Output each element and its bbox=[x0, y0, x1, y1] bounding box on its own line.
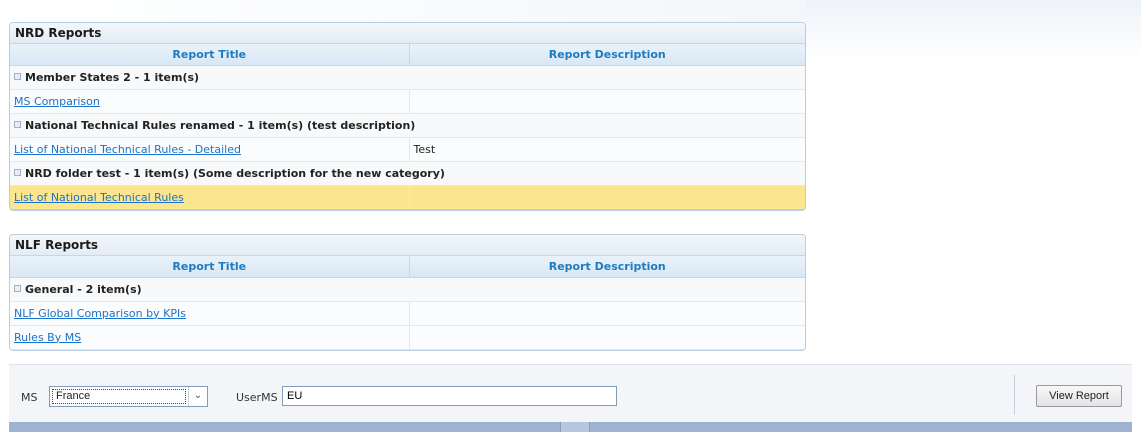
report-description-cell: Test bbox=[409, 137, 805, 162]
table-row[interactable]: NLF Global Comparison by KPIs bbox=[10, 301, 805, 326]
column-header-report-description[interactable]: Report Description bbox=[409, 44, 805, 66]
table-row-selected[interactable]: List of National Technical Rules bbox=[10, 185, 805, 210]
nlf-reports-table: Report Title Report Description General … bbox=[10, 256, 805, 350]
group-label: National Technical Rules renamed - 1 ite… bbox=[25, 118, 416, 132]
view-report-button[interactable]: View Report bbox=[1036, 385, 1122, 407]
group-cell[interactable]: General - 2 item(s) bbox=[10, 277, 805, 302]
collapse-minus-icon[interactable] bbox=[14, 285, 21, 292]
column-header-report-title[interactable]: Report Title bbox=[10, 44, 410, 66]
report-title-cell: NLF Global Comparison by KPIs bbox=[10, 301, 410, 326]
ms-selected-value[interactable]: France bbox=[52, 389, 186, 404]
report-description-cell bbox=[409, 301, 805, 326]
table-row[interactable]: List of National Technical Rules - Detai… bbox=[10, 137, 805, 162]
column-header-report-description[interactable]: Report Description bbox=[409, 256, 805, 278]
group-label: Member States 2 - 1 item(s) bbox=[25, 70, 200, 84]
report-title-cell: List of National Technical Rules - Detai… bbox=[10, 137, 410, 162]
group-label: NRD folder test - 1 item(s) (Some descri… bbox=[25, 166, 445, 180]
collapse-minus-icon[interactable] bbox=[14, 121, 21, 128]
report-title-cell: List of National Technical Rules bbox=[10, 185, 410, 210]
divider bbox=[1014, 375, 1015, 415]
group-cell[interactable]: National Technical Rules renamed - 1 ite… bbox=[10, 113, 805, 138]
group-row-general[interactable]: General - 2 item(s) bbox=[10, 277, 805, 302]
right-background bbox=[806, 0, 1141, 60]
report-link-rules-by-ms[interactable]: Rules By MS bbox=[14, 331, 81, 344]
collapse-minus-icon[interactable] bbox=[14, 73, 21, 80]
nlf-reports-grid: NLF Reports Report Title Report Descript… bbox=[9, 234, 806, 351]
report-title-cell: Rules By MS bbox=[10, 325, 410, 350]
bottom-splitter-bar[interactable] bbox=[9, 422, 1132, 432]
report-parameters-panel: MS France ⌄ UserMS View Report bbox=[9, 364, 1132, 422]
table-row[interactable]: MS Comparison bbox=[10, 89, 805, 114]
nrd-reports-grid: NRD Reports Report Title Report Descript… bbox=[9, 22, 806, 211]
report-link-ms-comparison[interactable]: MS Comparison bbox=[14, 95, 100, 108]
report-link-nlf-global-comparison[interactable]: NLF Global Comparison by KPIs bbox=[14, 307, 186, 320]
group-row-member-states[interactable]: Member States 2 - 1 item(s) bbox=[10, 65, 805, 90]
group-cell[interactable]: NRD folder test - 1 item(s) (Some descri… bbox=[10, 161, 805, 186]
nrd-reports-table: Report Title Report Description Member S… bbox=[10, 44, 805, 210]
table-header-row: Report Title Report Description bbox=[10, 44, 805, 66]
table-row[interactable]: Rules By MS bbox=[10, 325, 805, 350]
report-description-cell bbox=[409, 89, 805, 114]
report-link-ntr-detailed[interactable]: List of National Technical Rules - Detai… bbox=[14, 143, 241, 156]
chevron-down-icon[interactable]: ⌄ bbox=[188, 387, 207, 406]
report-link-ntr[interactable]: List of National Technical Rules bbox=[14, 191, 184, 204]
report-description-cell bbox=[409, 325, 805, 350]
ms-label: MS bbox=[21, 391, 38, 404]
group-label: General - 2 item(s) bbox=[25, 282, 142, 296]
userms-input[interactable] bbox=[282, 386, 617, 406]
group-cell[interactable]: Member States 2 - 1 item(s) bbox=[10, 65, 805, 90]
table-header-row: Report Title Report Description bbox=[10, 256, 805, 278]
group-row-nrd-folder-test[interactable]: NRD folder test - 1 item(s) (Some descri… bbox=[10, 161, 805, 186]
userms-label: UserMS bbox=[236, 391, 278, 404]
nrd-grid-title: NRD Reports bbox=[10, 23, 805, 44]
collapse-minus-icon[interactable] bbox=[14, 169, 21, 176]
splitter-handle[interactable] bbox=[560, 422, 590, 432]
ms-select[interactable]: France ⌄ bbox=[49, 386, 208, 407]
report-description-cell bbox=[409, 185, 805, 210]
column-header-report-title[interactable]: Report Title bbox=[10, 256, 410, 278]
report-title-cell: MS Comparison bbox=[10, 89, 410, 114]
group-row-national-technical-rules[interactable]: National Technical Rules renamed - 1 ite… bbox=[10, 113, 805, 138]
nlf-grid-title: NLF Reports bbox=[10, 235, 805, 256]
